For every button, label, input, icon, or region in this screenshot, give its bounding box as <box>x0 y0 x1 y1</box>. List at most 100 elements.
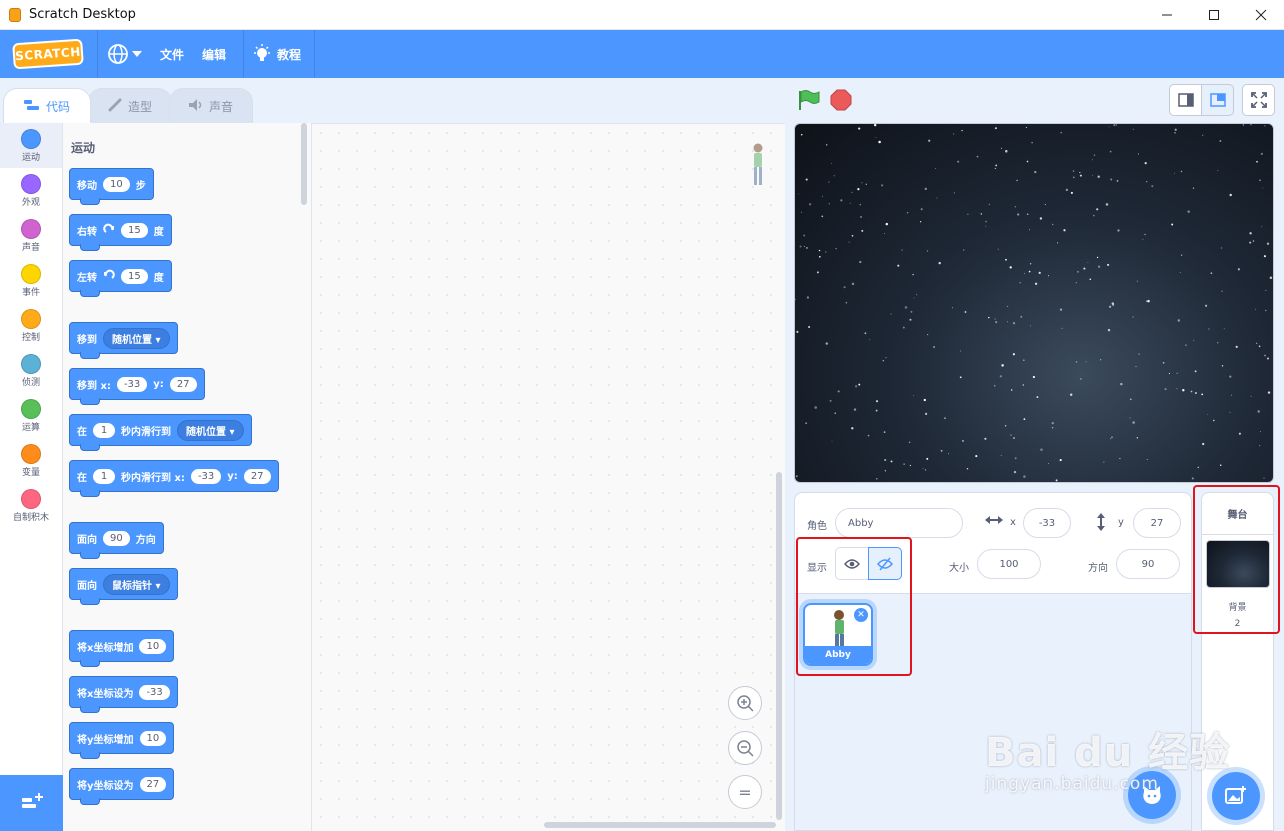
star <box>967 213 969 215</box>
stage-canvas[interactable] <box>794 123 1274 483</box>
turn-left-block[interactable]: 左转 15 度 <box>69 260 172 297</box>
category-sensing[interactable]: 侦测 <box>0 348 62 393</box>
code-workspace[interactable]: = <box>312 123 785 831</box>
block-input[interactable]: 27 <box>139 776 167 792</box>
star <box>1019 281 1021 284</box>
change-x-block[interactable]: 将x坐标增加 10 <box>69 630 175 667</box>
size-input[interactable]: 100 <box>977 549 1041 579</box>
zoom-reset-button[interactable]: = <box>728 775 762 809</box>
block-text: 右转 <box>77 226 97 238</box>
star <box>1040 448 1043 451</box>
star <box>828 181 830 183</box>
y-input[interactable]: 27 <box>1133 508 1181 538</box>
star <box>919 221 922 223</box>
sprite-tile-abby[interactable]: ✕ Abby <box>803 603 873 666</box>
block-input[interactable]: 27 <box>243 468 271 484</box>
goto-block[interactable]: 移到 随机位置 <box>69 322 178 359</box>
category-operators[interactable]: 运算 <box>0 393 62 438</box>
baidu-watermark: Bai du 经验 jingyan.baidu.com <box>985 720 1230 794</box>
star <box>1072 170 1075 172</box>
block-dropdown[interactable]: 鼠标指针 <box>103 573 170 595</box>
window-titlebar: Scratch Desktop <box>0 0 1284 30</box>
star <box>1220 247 1223 249</box>
block-input[interactable]: -33 <box>116 376 148 392</box>
star <box>1259 431 1261 433</box>
hide-sprite-button[interactable] <box>868 547 902 580</box>
category-events[interactable]: 事件 <box>0 258 62 303</box>
category-looks[interactable]: 外观 <box>0 168 62 213</box>
show-sprite-button[interactable] <box>835 547 869 580</box>
large-stage-button[interactable] <box>1201 84 1234 116</box>
block-input[interactable]: 27 <box>169 376 197 392</box>
turn-right-block[interactable]: 右转 15 度 <box>69 214 172 251</box>
set-x-block[interactable]: 将x坐标设为 -33 <box>69 676 178 713</box>
category-sound[interactable]: 声音 <box>0 213 62 258</box>
star <box>1029 325 1031 327</box>
glide-block[interactable]: 在 1 秒内滑行到 随机位置 <box>69 414 252 451</box>
glide-xy-block[interactable]: 在 1 秒内滑行到 x: -33 y: 27 <box>69 460 279 497</box>
zoom-in-button[interactable] <box>728 686 762 720</box>
small-stage-icon <box>1177 93 1194 107</box>
x-input[interactable]: -33 <box>1023 508 1071 538</box>
category-my-blocks[interactable]: 自制积木 <box>0 483 62 528</box>
edit-menu[interactable]: 编辑 <box>193 30 235 78</box>
set-y-block[interactable]: 将y坐标设为 27 <box>69 768 175 805</box>
block-input[interactable]: -33 <box>190 468 222 484</box>
block-input[interactable]: -33 <box>139 684 170 700</box>
palette-scrollbar[interactable] <box>301 123 307 205</box>
star <box>1264 125 1266 127</box>
point-direction-block[interactable]: 面向 90 方向 <box>69 522 164 559</box>
block-input[interactable]: 90 <box>103 530 130 546</box>
tutorials-label: 教程 <box>277 47 302 62</box>
category-motion[interactable]: 运动 <box>0 123 62 168</box>
file-menu[interactable]: 文件 <box>151 30 193 78</box>
workspace-horizontal-scrollbar[interactable] <box>544 822 776 828</box>
workspace-vertical-scrollbar[interactable] <box>776 472 782 820</box>
star <box>805 178 808 181</box>
star <box>1026 160 1029 163</box>
star <box>1051 421 1054 425</box>
sprite-name-input[interactable]: Abby <box>835 508 963 538</box>
move-steps-block[interactable]: 移动 10 步 <box>69 168 154 205</box>
zoom-out-button[interactable] <box>728 731 762 765</box>
large-stage-icon <box>1209 93 1226 107</box>
small-stage-button[interactable] <box>1169 84 1202 116</box>
block-input[interactable]: 1 <box>93 422 115 438</box>
block-input[interactable]: 10 <box>103 176 130 192</box>
maximize-icon[interactable] <box>1190 0 1237 30</box>
block-input[interactable]: 15 <box>121 222 148 238</box>
star <box>851 427 854 430</box>
fullscreen-button[interactable] <box>1242 84 1275 116</box>
green-flag-button[interactable] <box>797 89 821 111</box>
star <box>1097 265 1101 268</box>
block-input[interactable]: 1 <box>93 468 115 484</box>
tab-code[interactable]: 代码 <box>3 88 91 123</box>
star <box>1100 359 1102 361</box>
tutorials-menu[interactable]: 教程 <box>244 30 310 78</box>
scratch-logo[interactable]: SCRATCH <box>12 38 84 70</box>
category-variables[interactable]: 变量 <box>0 438 62 483</box>
point-towards-block[interactable]: 面向 鼠标指针 <box>69 568 178 605</box>
close-icon[interactable] <box>1237 0 1284 30</box>
star <box>1144 162 1147 165</box>
direction-input[interactable]: 90 <box>1116 549 1180 579</box>
stop-button[interactable] <box>830 89 852 111</box>
block-dropdown[interactable]: 随机位置 <box>103 327 170 349</box>
change-y-block[interactable]: 将y坐标增加 10 <box>69 722 175 759</box>
minimize-icon[interactable] <box>1143 0 1190 30</box>
block-dropdown[interactable]: 随机位置 <box>177 419 244 441</box>
block-input[interactable]: 10 <box>139 730 167 746</box>
star <box>1132 316 1134 318</box>
star <box>988 203 991 206</box>
category-control[interactable]: 控制 <box>0 303 62 348</box>
block-input[interactable]: 15 <box>121 268 148 284</box>
tab-sounds[interactable]: 声音 <box>169 88 253 123</box>
add-extension-button[interactable] <box>0 775 63 831</box>
language-menu[interactable] <box>98 30 151 78</box>
star <box>800 211 803 213</box>
delete-sprite-button[interactable]: ✕ <box>854 608 868 622</box>
tab-costumes[interactable]: 造型 <box>88 88 172 123</box>
star <box>975 455 978 458</box>
block-input[interactable]: 10 <box>139 638 167 654</box>
goto-xy-block[interactable]: 移到 x: -33 y: 27 <box>69 368 205 405</box>
